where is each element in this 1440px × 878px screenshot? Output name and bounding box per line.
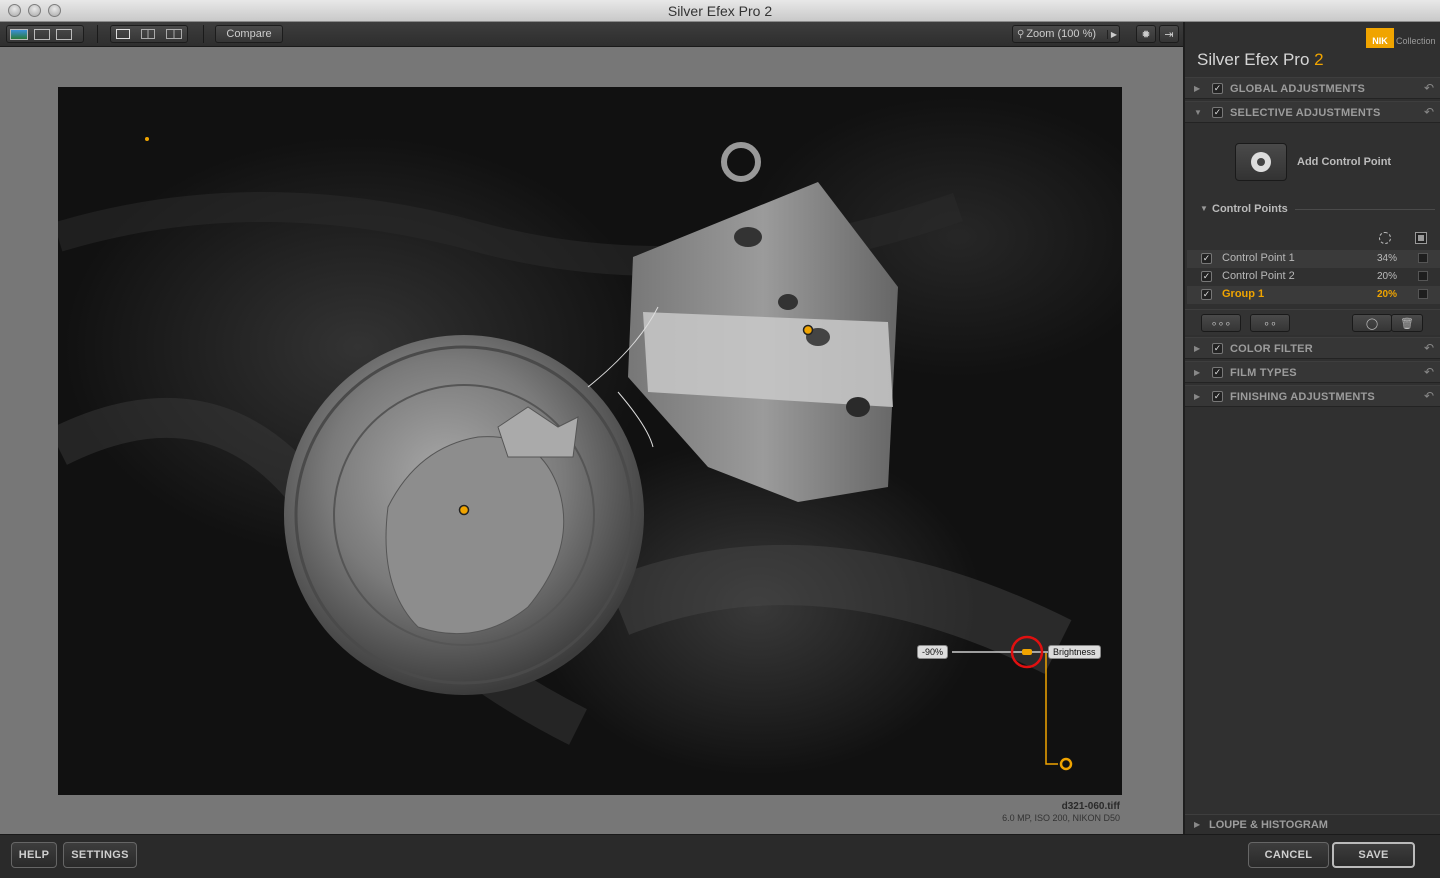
view-mode-group bbox=[6, 25, 84, 43]
expand-arrow-icon[interactable]: ▶ bbox=[1194, 392, 1200, 401]
collapse-arrow-icon[interactable]: ▼ bbox=[1200, 204, 1208, 213]
collapse-arrow-icon[interactable]: ▼ bbox=[1194, 108, 1202, 117]
photo-preview[interactable]: -90% Brightness bbox=[58, 87, 1122, 795]
expand-arrow-icon[interactable]: ▶ bbox=[1194, 84, 1200, 93]
file-meta: 6.0 MP, ISO 200, NIKON D50 bbox=[1002, 813, 1120, 823]
mask-toggle[interactable] bbox=[1418, 289, 1428, 299]
nik-collection-caption: Collection bbox=[1396, 36, 1436, 46]
control-point-checkbox[interactable]: ✓ bbox=[1201, 271, 1212, 282]
settings-button[interactable]: SETTINGS bbox=[63, 842, 137, 868]
trash-icon[interactable]: 🗑 bbox=[1391, 314, 1423, 332]
adjustments-panel: NIK Collection Silver Efex Pro 2 ▶ ✓ GLO… bbox=[1183, 22, 1440, 834]
zoom-control[interactable]: ⚲ Zoom (100 %) ▶ bbox=[1012, 25, 1120, 43]
selective-adjustments-checkbox[interactable]: ✓ bbox=[1212, 107, 1223, 118]
toolbar: Compare ⚲ Zoom (100 %) ▶ ✹ ⇥ bbox=[0, 22, 1183, 47]
reset-icon[interactable]: ↶ bbox=[1424, 105, 1434, 119]
reset-icon[interactable]: ↶ bbox=[1424, 81, 1434, 95]
loupe-toggle-icon[interactable]: ✹ bbox=[1136, 25, 1156, 43]
magnifier-icon: ⚲ bbox=[1017, 28, 1025, 40]
file-info: d321-060.tiff 6.0 MP, ISO 200, NIKON D50 bbox=[1002, 801, 1120, 823]
history-view-icon[interactable] bbox=[56, 28, 72, 40]
split-view-icon[interactable] bbox=[140, 29, 155, 39]
control-point-checkbox[interactable]: ✓ bbox=[1201, 253, 1212, 264]
group-points-icon[interactable]: ∘∘∘ bbox=[1201, 314, 1241, 332]
zoom-arrow-icon[interactable]: ▶ bbox=[1106, 29, 1117, 39]
section-film-types[interactable]: ▶ ✓ FILM TYPES ↶ bbox=[1185, 361, 1440, 383]
mask-toggle[interactable] bbox=[1418, 271, 1428, 281]
section-loupe-histogram[interactable]: ▶ LOUPE & HISTOGRAM bbox=[1185, 814, 1440, 834]
finishing-adjustments-checkbox[interactable]: ✓ bbox=[1212, 391, 1223, 402]
show-mask-icon[interactable] bbox=[1415, 232, 1427, 244]
control-points-header[interactable]: ▼ Control Points bbox=[1185, 202, 1440, 218]
expand-arrow-icon[interactable]: ▶ bbox=[1194, 820, 1200, 829]
add-control-point-button[interactable] bbox=[1235, 143, 1287, 181]
cancel-button[interactable]: CANCEL bbox=[1248, 842, 1329, 868]
save-button[interactable]: SAVE bbox=[1332, 842, 1415, 868]
control-point-row[interactable]: ✓ Control Point 2 20% bbox=[1187, 268, 1440, 286]
expand-arrow-icon[interactable]: ▶ bbox=[1194, 368, 1200, 377]
expand-arrow-icon[interactable]: ▶ bbox=[1194, 344, 1200, 353]
preview-mode-group bbox=[110, 25, 188, 43]
mask-toggle[interactable] bbox=[1418, 253, 1428, 263]
show-selection-icon[interactable] bbox=[1379, 232, 1391, 244]
control-point-row[interactable]: ✓ Control Point 1 34% bbox=[1187, 250, 1440, 268]
grid-view-icon[interactable] bbox=[34, 28, 50, 40]
section-selective-adjustments[interactable]: ▼ ✓ SELECTIVE ADJUSTMENTS ↶ bbox=[1185, 101, 1440, 123]
ungroup-points-icon[interactable]: ∘∘ bbox=[1250, 314, 1290, 332]
brand-title: Silver Efex Pro 2 bbox=[1197, 50, 1324, 69]
film-types-checkbox[interactable]: ✓ bbox=[1212, 367, 1223, 378]
control-point-icon bbox=[1251, 152, 1271, 172]
title-bar: Silver Efex Pro 2 bbox=[0, 0, 1440, 22]
nik-logo: NIK bbox=[1366, 28, 1394, 48]
image-canvas: -90% Brightness d321-060.tiff 6.0 MP, IS… bbox=[0, 47, 1183, 834]
color-filter-checkbox[interactable]: ✓ bbox=[1212, 343, 1223, 354]
control-point-checkbox[interactable]: ✓ bbox=[1201, 289, 1212, 300]
zoom-label: Zoom (100 %) bbox=[1026, 28, 1097, 40]
section-finishing-adjustments[interactable]: ▶ ✓ FINISHING ADJUSTMENTS ↶ bbox=[1185, 385, 1440, 407]
section-color-filter[interactable]: ▶ ✓ COLOR FILTER ↶ bbox=[1185, 337, 1440, 359]
brightness-slider-label[interactable]: Brightness bbox=[1048, 645, 1101, 659]
control-point-row-group[interactable]: ✓ Group 1 20% bbox=[1187, 286, 1440, 304]
duplicate-point-icon[interactable]: ◯ bbox=[1352, 314, 1392, 332]
single-view-icon[interactable] bbox=[116, 29, 131, 39]
slider-value-label: -90% bbox=[917, 645, 949, 659]
file-name: d321-060.tiff bbox=[1061, 801, 1120, 812]
global-adjustments-checkbox[interactable]: ✓ bbox=[1212, 83, 1223, 94]
bottom-bar: HELP SETTINGS CANCEL SAVE bbox=[0, 834, 1440, 878]
side-by-side-view-icon[interactable] bbox=[165, 29, 182, 39]
reset-icon[interactable]: ↶ bbox=[1424, 389, 1434, 403]
control-point-tools: ∘∘∘ ∘∘ ◯ 🗑 bbox=[1185, 309, 1440, 335]
reset-icon[interactable]: ↶ bbox=[1424, 341, 1434, 355]
section-global-adjustments[interactable]: ▶ ✓ GLOBAL ADJUSTMENTS ↶ bbox=[1185, 77, 1440, 99]
window-title: Silver Efex Pro 2 bbox=[667, 3, 773, 19]
hide-panel-icon[interactable]: ⇥ bbox=[1159, 25, 1179, 43]
image-browser-icon[interactable] bbox=[10, 28, 28, 40]
reset-icon[interactable]: ↶ bbox=[1424, 365, 1434, 379]
help-button[interactable]: HELP bbox=[11, 842, 57, 868]
add-control-point-label: Add Control Point bbox=[1297, 156, 1392, 168]
compare-button[interactable]: Compare bbox=[215, 25, 283, 43]
